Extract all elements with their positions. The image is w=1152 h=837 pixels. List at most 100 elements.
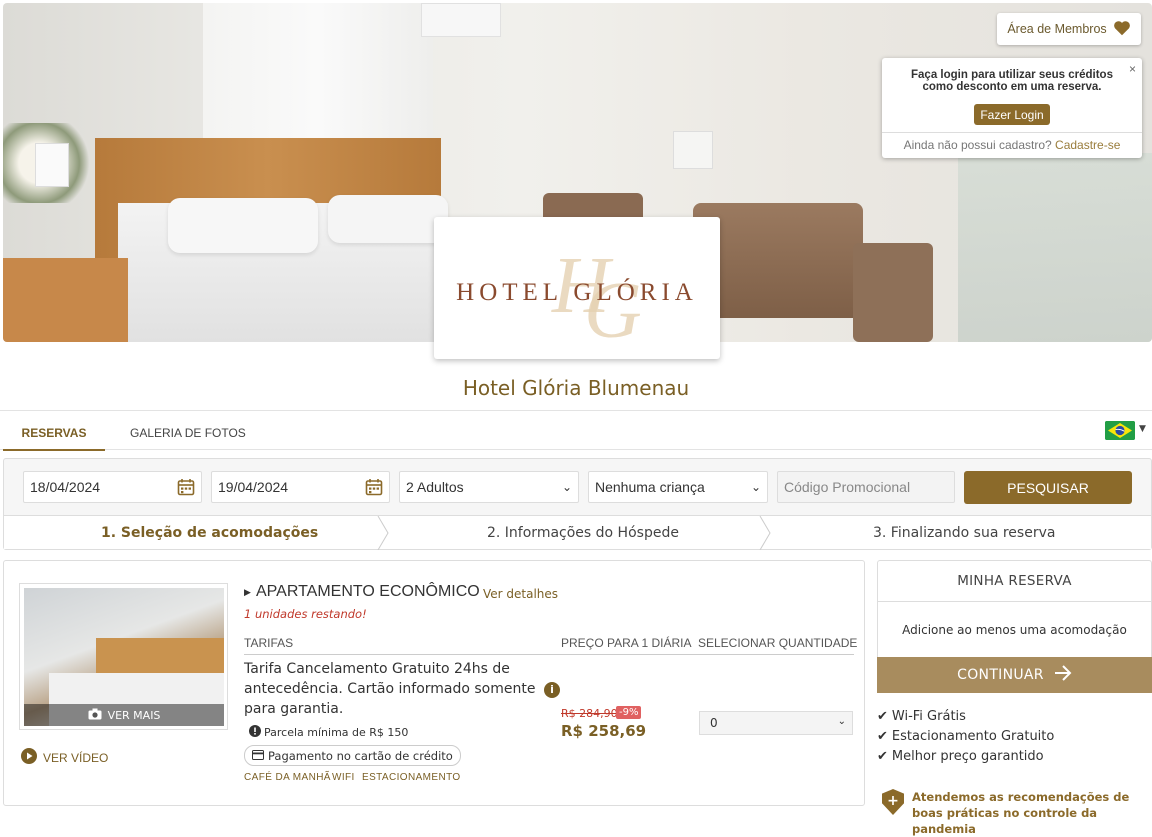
payment-badge: Pagamento no cartão de crédito: [244, 745, 461, 766]
amenity-parking: ESTACIONAMENTO: [362, 772, 461, 783]
room-title: APARTAMENTO ECONÔMICO: [256, 583, 480, 600]
no-account-text: Ainda não possui cadastro?: [903, 138, 1052, 152]
login-popover: × Faça login para utilizar seus créditos…: [882, 58, 1142, 158]
hotel-title: Hotel Glória Blumenau: [462, 376, 690, 400]
step-chevron-icon: [377, 516, 389, 550]
hero-window: [203, 3, 433, 153]
members-area-label: Área de Membros: [1007, 22, 1107, 36]
view-details-link[interactable]: Ver detalhes: [483, 587, 558, 601]
adults-value: 2 Adultos: [406, 479, 464, 495]
hero-window-right: [958, 153, 1152, 342]
old-price: R$ 284,90: [561, 707, 618, 720]
shield-icon: +: [882, 789, 904, 815]
room-card: VER MAIS VER VÍDEO ▶ APARTAMENTO ECONÔMI…: [3, 560, 865, 806]
alert-icon: [249, 725, 261, 740]
pandemic-notice-text: Atendemos as recomendações de boas práti…: [912, 790, 1130, 836]
amenity-breakfast: CAFÉ DA MANHÃ: [244, 772, 331, 783]
my-reservation-panel: MINHA RESERVA Adicione ao menos uma acom…: [877, 560, 1152, 693]
watch-video-label: VER VÍDEO: [43, 750, 109, 765]
play-icon: [21, 748, 37, 767]
login-button[interactable]: Fazer Login: [974, 104, 1050, 125]
amenity-wifi: WIFI: [332, 772, 355, 783]
language-flag-icon[interactable]: [1105, 421, 1135, 440]
perk-item: ✔ Estacionamento Gratuito: [877, 729, 1054, 744]
calendar-icon: [177, 478, 195, 501]
hero-nightstand: [3, 258, 128, 342]
watch-video-link[interactable]: VER VÍDEO: [21, 748, 108, 767]
adults-select[interactable]: 2 Adultos ⌄: [399, 471, 579, 503]
empty-reservation-message: Adicione ao menos uma acomodação: [902, 623, 1127, 637]
info-icon[interactable]: i: [544, 682, 560, 698]
checkout-value: 19/04/2024: [218, 479, 289, 495]
quantity-select[interactable]: 0 ⌄: [699, 711, 853, 735]
login-message: Faça login para utilizar seus créditos c…: [911, 69, 1113, 93]
booking-steps: 1. Seleção de acomodações 2. Informações…: [4, 515, 1151, 550]
current-price: R$ 258,69: [561, 722, 647, 740]
header-divider: [244, 654, 854, 655]
search-button[interactable]: PESQUISAR: [964, 471, 1132, 504]
arrow-right-icon: [1054, 665, 1072, 685]
credit-card-icon: [252, 749, 264, 763]
promo-code-input[interactable]: Código Promocional: [777, 471, 955, 503]
room-photo[interactable]: VER MAIS: [19, 583, 228, 730]
caret-right-icon: ▶: [244, 588, 251, 598]
check-icon: ✔: [877, 729, 888, 744]
my-reservation-title: MINHA RESERVA: [957, 573, 1072, 589]
min-installment: Parcela mínima de R$ 150: [249, 725, 408, 740]
units-left-notice: 1 unidades restando!: [244, 607, 367, 621]
continue-button[interactable]: CONTINUAR: [877, 657, 1152, 693]
perk-item: ✔ Melhor preço garantido: [877, 749, 1044, 764]
divider: [878, 601, 1151, 602]
close-icon[interactable]: ×: [1129, 62, 1136, 76]
hero-lamp: [35, 143, 69, 187]
children-select[interactable]: Nenhuma criança ⌄: [588, 471, 768, 503]
hotel-logo: H G HOTEL GLÓRIA: [434, 217, 720, 359]
hero-floor-lamp: [673, 131, 713, 169]
perk-label: Wi-Fi Grátis: [891, 709, 966, 724]
header-rates: TARIFAS: [244, 636, 294, 650]
search-panel: 18/04/2024 19/04/2024 2 Adultos ⌄ Nenhum…: [3, 458, 1152, 550]
tab-galeria[interactable]: GALERIA DE FOTOS: [130, 426, 246, 440]
step-guest-info: 2. Informações do Hóspede: [487, 525, 679, 541]
register-prompt: Ainda não possui cadastro? Cadastre-se: [882, 132, 1142, 152]
min-installment-text: Parcela mínima de R$ 150: [264, 726, 409, 739]
chevron-down-icon: ⌄: [750, 480, 761, 494]
see-more-label: VER MAIS: [107, 708, 161, 722]
register-link[interactable]: Cadastre-se: [1055, 138, 1120, 152]
pandemic-notice: + Atendemos as recomendações de boas prá…: [882, 789, 1152, 837]
hero-ac-unit: [421, 3, 501, 37]
checkin-value: 18/04/2024: [30, 479, 101, 495]
perk-item: ✔ Wi-Fi Grátis: [877, 709, 966, 724]
hero-chair: [853, 243, 933, 342]
check-icon: ✔: [877, 709, 888, 724]
hero-pillow: [168, 198, 318, 253]
calendar-icon: [365, 478, 383, 501]
rate-description: Tarifa Cancelamento Gratuito 24hs de ant…: [244, 661, 536, 717]
checkin-field[interactable]: 18/04/2024: [23, 471, 202, 503]
camera-icon: [88, 708, 102, 723]
perk-label: Estacionamento Gratuito: [891, 729, 1055, 744]
step-finalize: 3. Finalizando sua reserva: [873, 525, 1056, 541]
step-accommodation: 1. Seleção de acomodações: [101, 525, 319, 541]
chevron-down-icon[interactable]: ▼: [1139, 424, 1146, 434]
see-more-button[interactable]: VER MAIS: [24, 704, 224, 726]
step-chevron-icon: [759, 516, 771, 550]
header-quantity: SELECIONAR QUANTIDADE: [698, 636, 858, 650]
header-price: PREÇO PARA 1 DIÁRIA: [561, 636, 692, 650]
check-icon: ✔: [877, 749, 888, 764]
quantity-value: 0: [710, 716, 718, 730]
heart-icon: [1113, 20, 1131, 39]
chevron-down-icon: ⌄: [561, 480, 572, 494]
chevron-down-icon: ⌄: [837, 716, 846, 727]
perk-label: Melhor preço garantido: [891, 749, 1044, 764]
members-area-button[interactable]: Área de Membros: [997, 13, 1141, 45]
logo-wordmark: HOTEL GLÓRIA: [456, 279, 698, 306]
promo-placeholder: Código Promocional: [784, 479, 911, 495]
main-nav: RESERVAS GALERIA DE FOTOS ▼: [0, 410, 1152, 451]
discount-badge: -9%: [616, 706, 642, 719]
hero-pillow: [328, 195, 448, 243]
checkout-field[interactable]: 19/04/2024: [211, 471, 390, 503]
payment-badge-text: Pagamento no cartão de crédito: [268, 748, 453, 763]
children-value: Nenhuma criança: [595, 479, 705, 495]
tab-reservas[interactable]: RESERVAS: [3, 426, 105, 451]
